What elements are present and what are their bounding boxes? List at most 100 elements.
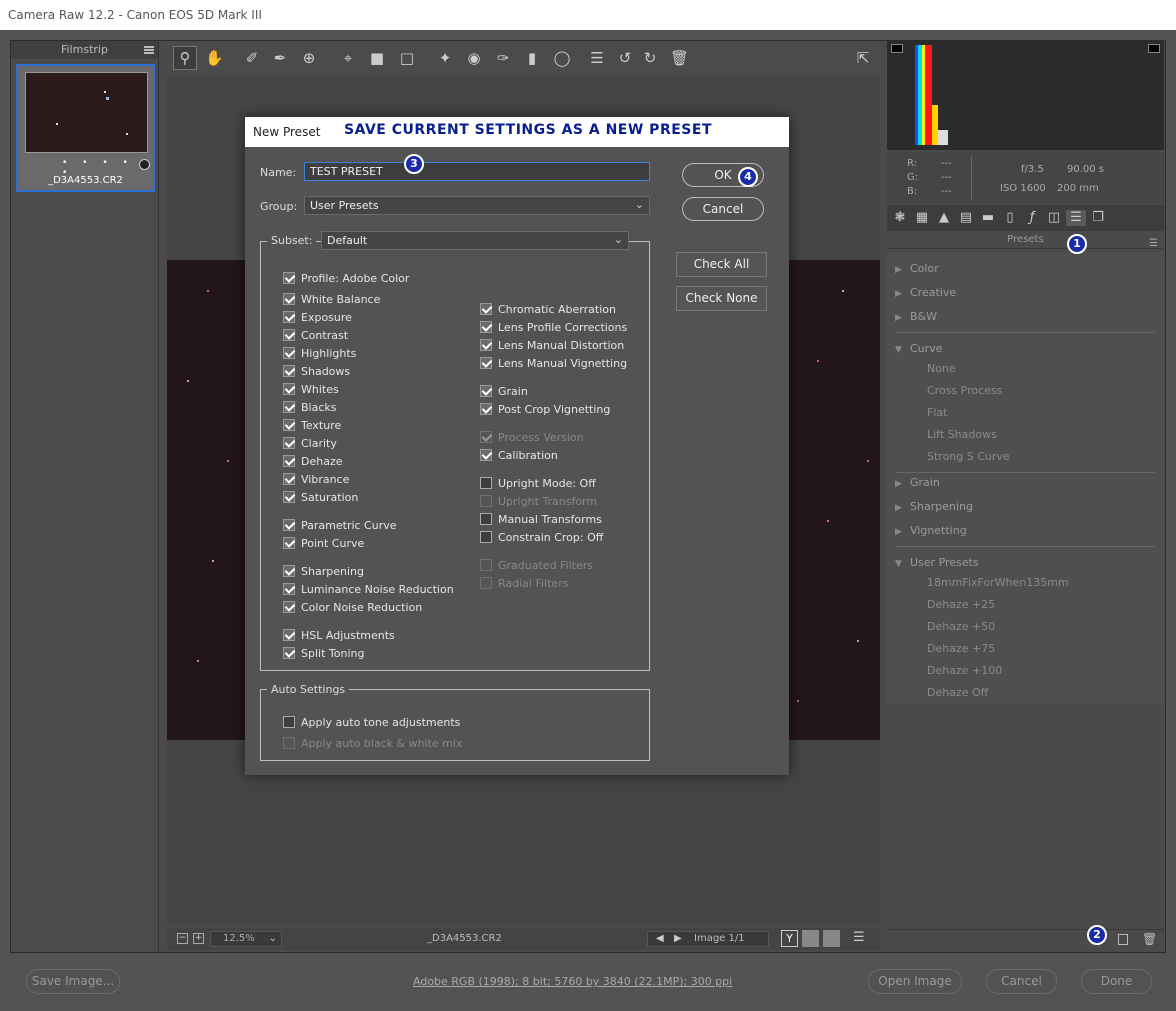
subset-checkbox[interactable]: Split Toning	[283, 647, 364, 660]
rotate-right-icon[interactable]: ↻	[641, 49, 659, 67]
color-sampler-tool-icon[interactable]: ✒	[271, 49, 289, 67]
preset-group-user[interactable]: ▼ User Presets	[895, 556, 979, 569]
subset-checkbox[interactable]: Post Crop Vignetting	[480, 403, 610, 416]
subset-checkbox[interactable]: Upright Mode: Off	[480, 477, 596, 490]
subset-checkbox[interactable]: Exposure	[283, 311, 352, 324]
hand-tool-icon[interactable]: ✋	[205, 49, 224, 67]
split-toning-tab-icon[interactable]: ▬	[980, 210, 996, 226]
red-eye-tool-icon[interactable]: ◉	[465, 49, 483, 67]
delete-preset-icon[interactable]: 🗑	[1142, 932, 1157, 946]
trash-icon[interactable]: 🗑	[670, 49, 689, 67]
preset-item[interactable]: Cross Process	[927, 384, 1002, 397]
preset-group-curve[interactable]: ▼ Curve	[895, 342, 942, 355]
open-image-button[interactable]: Open Image	[868, 969, 962, 994]
preset-item[interactable]: 18mmFixForWhen135mm	[927, 576, 1069, 589]
zoom-tool-icon[interactable]: ⚲	[176, 49, 194, 67]
graduated-filter-icon[interactable]: ▮	[523, 49, 541, 67]
subset-checkbox[interactable]: Luminance Noise Reduction	[283, 583, 454, 596]
filmstrip-thumbnail[interactable]: • • • • • _D3A4553.CR2	[16, 64, 155, 192]
highlight-clipping-icon[interactable]	[1148, 44, 1160, 53]
zoom-in-button[interactable]: +	[193, 933, 204, 944]
preset-item[interactable]: Flat	[927, 406, 947, 419]
preset-group-creative[interactable]: ▶ Creative	[895, 286, 956, 299]
subset-checkbox[interactable]: Chromatic Aberration	[480, 303, 616, 316]
adjustment-brush-icon[interactable]: ✑	[494, 49, 512, 67]
subset-checkbox[interactable]: Dehaze	[283, 455, 343, 468]
subset-checkbox[interactable]: Vibrance	[283, 473, 349, 486]
subset-checkbox[interactable]: Lens Manual Distortion	[480, 339, 624, 352]
toggle-settings-icon[interactable]: ☰	[853, 930, 865, 945]
preset-item[interactable]: Strong S Curve	[927, 450, 1010, 463]
cancel-button[interactable]: Cancel	[986, 969, 1057, 994]
subset-checkbox[interactable]: Clarity	[283, 437, 337, 450]
subset-checkbox[interactable]: Calibration	[480, 449, 558, 462]
preset-item[interactable]: Dehaze +75	[927, 642, 995, 655]
subset-checkbox[interactable]: Color Noise Reduction	[283, 601, 422, 614]
effects-tab-icon[interactable]: ƒ	[1024, 210, 1040, 226]
preset-item[interactable]: Dehaze +100	[927, 664, 1002, 677]
transform-tool-icon[interactable]: □	[398, 49, 416, 67]
preset-item[interactable]: None	[927, 362, 956, 375]
zoom-out-button[interactable]: −	[177, 933, 188, 944]
before-after-icon[interactable]: Y	[781, 930, 798, 947]
detail-tab-icon[interactable]: ▲	[936, 210, 952, 226]
workflow-options-link[interactable]: Adobe RGB (1998); 8 bit; 5760 by 3840 (2…	[413, 975, 732, 988]
lens-tab-icon[interactable]: ▯	[1002, 210, 1018, 226]
fullscreen-icon[interactable]: ⇱	[854, 49, 872, 67]
presets-menu-icon[interactable]: ☰	[1149, 235, 1158, 253]
next-image-icon[interactable]: ▶	[674, 933, 682, 944]
subset-checkbox[interactable]: Contrast	[283, 329, 348, 342]
preset-item[interactable]: Dehaze Off	[927, 686, 988, 699]
subset-checkbox[interactable]: Highlights	[283, 347, 356, 360]
snapshots-tab-icon[interactable]: ❐	[1090, 210, 1106, 226]
check-none-button[interactable]: Check None	[676, 286, 767, 311]
preset-group-bw[interactable]: ▶ B&W	[895, 310, 937, 323]
subset-checkbox[interactable]: Parametric Curve	[283, 519, 397, 532]
presets-tab-icon[interactable]: ☰	[1066, 210, 1086, 226]
subset-checkbox[interactable]: Whites	[283, 383, 339, 396]
rotate-left-icon[interactable]: ↺	[616, 49, 634, 67]
subset-checkbox[interactable]: Manual Transforms	[480, 513, 602, 526]
subset-checkbox[interactable]: Lens Profile Corrections	[480, 321, 627, 334]
preset-item[interactable]: Dehaze +50	[927, 620, 995, 633]
subset-checkbox[interactable]: Saturation	[283, 491, 358, 504]
subset-checkbox[interactable]: Profile: Adobe Color	[283, 272, 409, 285]
subset-checkbox[interactable]: Sharpening	[283, 565, 364, 578]
subset-checkbox[interactable]: HSL Adjustments	[283, 629, 395, 642]
preset-group-vignetting[interactable]: ▶ Vignetting	[895, 524, 967, 537]
radial-filter-icon[interactable]: ◯	[553, 49, 571, 67]
basic-tab-icon[interactable]: ❃	[892, 210, 908, 226]
preferences-icon[interactable]: ☰	[588, 49, 606, 67]
subset-checkbox[interactable]: Lens Manual Vignetting	[480, 357, 627, 370]
spot-removal-tool-icon[interactable]: ✦	[436, 49, 454, 67]
save-image-button[interactable]: Save Image...	[26, 969, 120, 994]
filmstrip-menu-icon[interactable]	[144, 46, 154, 54]
subset-checkbox[interactable]: Blacks	[283, 401, 337, 414]
subset-checkbox[interactable]: Grain	[480, 385, 528, 398]
white-balance-tool-icon[interactable]: ✐	[243, 49, 261, 67]
shadow-clipping-icon[interactable]	[891, 44, 903, 53]
preset-item[interactable]: Dehaze +25	[927, 598, 995, 611]
preset-group-sharpening[interactable]: ▶ Sharpening	[895, 500, 973, 513]
subset-checkbox[interactable]: White Balance	[283, 293, 380, 306]
subset-checkbox[interactable]: Constrain Crop: Off	[480, 531, 603, 544]
preset-name-input[interactable]: TEST PRESET	[304, 162, 650, 181]
preset-group-color[interactable]: ▶ Color	[895, 262, 939, 275]
prev-image-icon[interactable]: ◀	[656, 933, 664, 944]
hsl-tab-icon[interactable]: ▤	[958, 210, 974, 226]
preset-group-grain[interactable]: ▶ Grain	[895, 476, 940, 489]
check-all-button[interactable]: Check All	[676, 252, 767, 277]
group-select[interactable]: User Presets ⌄	[304, 196, 650, 215]
dialog-cancel-button[interactable]: Cancel	[682, 197, 764, 221]
done-button[interactable]: Done	[1081, 969, 1152, 994]
auto-checkbox[interactable]: Apply auto tone adjustments	[283, 716, 460, 729]
copy-settings-icon[interactable]	[823, 930, 840, 947]
targeted-adjustment-tool-icon[interactable]: ⊕	[300, 49, 318, 67]
subset-checkbox[interactable]: Point Curve	[283, 537, 364, 550]
subset-select[interactable]: Default ⌄	[321, 231, 629, 250]
subset-checkbox[interactable]: Texture	[283, 419, 341, 432]
crop-tool-icon[interactable]: ⌖	[339, 49, 357, 67]
calibration-tab-icon[interactable]: ◫	[1046, 210, 1062, 226]
straighten-tool-icon[interactable]: ■	[368, 49, 386, 67]
new-preset-icon[interactable]	[1118, 934, 1128, 945]
